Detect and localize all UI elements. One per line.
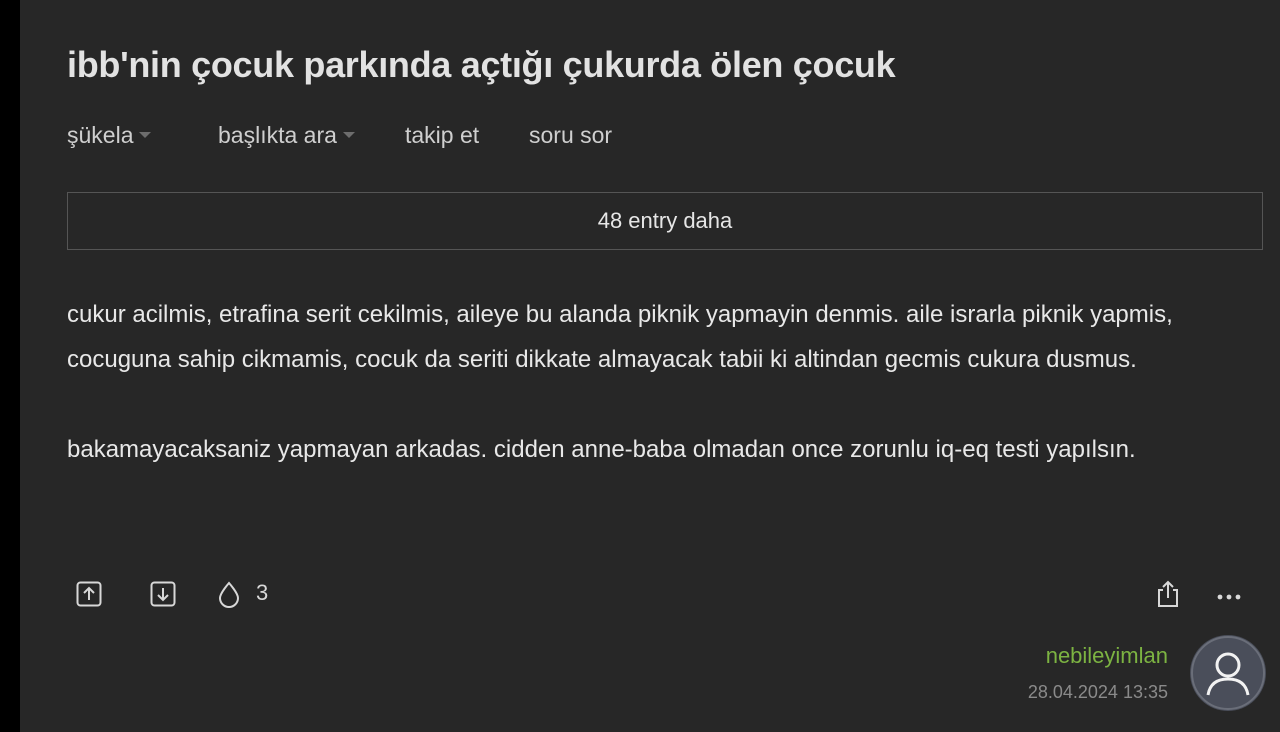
arrow-up-box-icon [76, 581, 102, 607]
entry-paragraph: cukur acilmis, etrafina serit cekilmis, … [67, 301, 1173, 373]
downvote-button[interactable] [148, 579, 178, 609]
chevron-down-icon [342, 131, 355, 138]
sort-dropdown-label: şükela [67, 122, 134, 148]
chevron-down-icon [139, 131, 152, 138]
ask-question-link[interactable]: soru sor [529, 122, 612, 149]
sort-dropdown[interactable]: şükela [67, 122, 152, 149]
more-entries-label: 48 entry daha [597, 208, 733, 233]
more-options-button[interactable] [1214, 579, 1244, 609]
entry-paragraph: bakamayacaksaniz yapmayan arkadas. cidde… [67, 436, 1136, 463]
search-in-topic-dropdown[interactable]: başlıkta ara [218, 122, 355, 149]
entry-page: ibb'nin çocuk parkında açtığı çukurda öl… [20, 0, 1280, 732]
ellipsis-icon [1217, 594, 1241, 600]
share-icon [1158, 580, 1178, 607]
left-edge-strip [0, 0, 20, 732]
arrow-down-box-icon [150, 581, 176, 607]
entry-content: cukur acilmis, etrafina serit cekilmis, … [67, 292, 1267, 472]
topic-title[interactable]: ibb'nin çocuk parkında açtığı çukurda öl… [67, 44, 896, 86]
follow-link[interactable]: takip et [405, 122, 479, 149]
user-avatar-icon [1191, 636, 1265, 710]
drop-icon [218, 581, 240, 608]
share-button[interactable] [1153, 579, 1183, 609]
entry-timestamp[interactable]: 28.04.2024 13:35 [1028, 682, 1168, 703]
entry-author[interactable]: nebileyimlan [1046, 643, 1168, 669]
favorite-count[interactable]: 3 [256, 580, 268, 606]
search-in-topic-label: başlıkta ara [218, 122, 337, 148]
favorite-button[interactable] [214, 579, 244, 609]
author-avatar[interactable] [1190, 635, 1266, 711]
upvote-button[interactable] [74, 579, 104, 609]
entry-actions: 3 [20, 575, 1280, 611]
more-entries-button[interactable]: 48 entry daha [67, 192, 1263, 250]
